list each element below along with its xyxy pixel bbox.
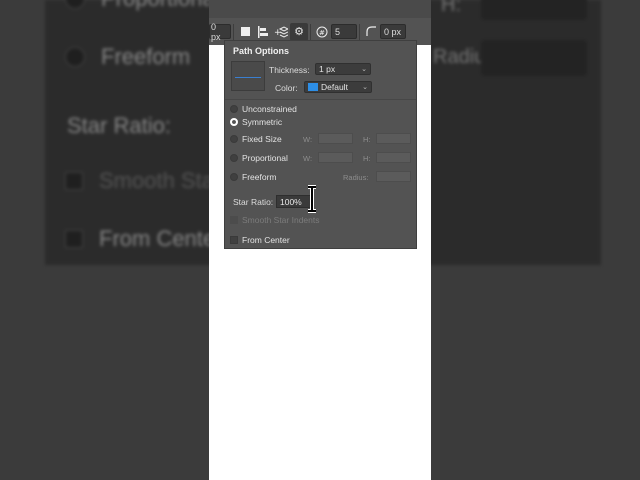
color-label: Color: [275,83,298,93]
prop-w-label: W: [303,154,313,163]
bg-row-freeform: Freeform [65,44,190,70]
toolbar-divider [233,23,234,40]
radius-field[interactable] [376,171,411,182]
bg-field-h [481,0,587,20]
bg-checkbox [65,172,83,190]
bg-label-proportional: Proportional [101,0,220,12]
radio-symmetric[interactable] [230,118,238,126]
bg-star-ratio: Star Ratio: [67,113,171,139]
panel-title: Path Options [233,46,289,56]
path-options-panel: Path Options Thickness: 1 px ⌄ Color: De… [224,40,417,249]
fixed-h-field[interactable] [376,133,411,144]
stroke-width-field[interactable]: 0 px [209,22,231,42]
label-unconstrained: Unconstrained [242,104,297,114]
star-sides-field[interactable]: 5 [331,24,357,39]
option-fixed-size[interactable]: Fixed Size [230,134,282,144]
label-fixed-size: Fixed Size [242,134,282,144]
fixed-w-label: W: [303,135,313,144]
ibeam-cursor-icon [308,185,316,213]
thickness-label: Thickness: [269,65,310,75]
bg-radio [65,47,85,67]
bg-row-from-center: From Center [65,226,222,252]
fixed-w-field[interactable] [318,133,353,144]
option-unconstrained[interactable]: Unconstrained [230,104,297,114]
radio-proportional[interactable] [230,154,238,162]
prop-h-field[interactable] [376,152,411,163]
bg-radio [65,0,85,9]
bg-field-radius [481,40,587,76]
option-smooth-indents[interactable]: Smooth Star Indents [230,215,320,225]
preview-line [235,77,261,78]
corner-radius-icon [362,23,380,41]
radio-unconstrained[interactable] [230,105,238,113]
top-bar [209,0,431,18]
option-symmetric[interactable]: Symmetric [230,117,282,127]
bg-label-freeform: Freeform [101,44,191,69]
chevron-down-icon: ⌄ [361,66,367,73]
stroke-preview [231,61,265,91]
star-sides-icon: # [313,23,331,41]
radio-fixed-size[interactable] [230,135,238,143]
path-alignment-icon[interactable] [254,23,272,41]
path-operations-icon[interactable] [236,23,254,41]
option-proportional[interactable]: Proportional [230,153,288,163]
thickness-select[interactable]: 1 px ⌄ [315,63,371,75]
color-value: Default [321,82,348,92]
toolbar-divider [310,23,311,40]
radius-label: Radius: [343,173,369,182]
svg-text:#: # [319,29,325,37]
toolbar-divider [359,23,360,40]
color-swatch [308,83,318,91]
label-proportional: Proportional [242,153,288,163]
label-from-center: From Center [242,235,290,245]
thickness-value: 1 px [319,64,336,74]
bg-row-proportional: Proportional [65,0,220,12]
chevron-down-icon: ⌄ [362,84,368,91]
option-from-center[interactable]: From Center [230,235,290,245]
star-ratio-label: Star Ratio: [233,197,274,207]
color-select[interactable]: Default ⌄ [304,81,372,93]
label-freeform: Freeform [242,172,277,182]
option-freeform[interactable]: Freeform [230,172,276,182]
bg-label-h: H: [441,0,461,16]
bg-checkbox [65,230,83,248]
checkbox-from-center[interactable] [230,236,238,244]
label-symmetric: Symmetric [242,117,283,127]
bg-label-from-center: From Center [99,226,223,251]
gear-icon[interactable]: ⚙ [290,22,308,41]
corner-radius-field[interactable]: 0 px [380,24,406,39]
panel-divider [225,99,416,100]
label-smooth-indents: Smooth Star Indents [242,215,320,225]
radio-freeform[interactable] [230,173,238,181]
prop-w-field[interactable] [318,152,353,163]
bg-label-star-ratio: Star Ratio: [67,113,171,138]
prop-h-label: H: [363,154,371,163]
fixed-h-label: H: [363,135,371,144]
path-arrangement-icon[interactable]: + [272,23,290,41]
checkbox-smooth-indents[interactable] [230,216,238,224]
